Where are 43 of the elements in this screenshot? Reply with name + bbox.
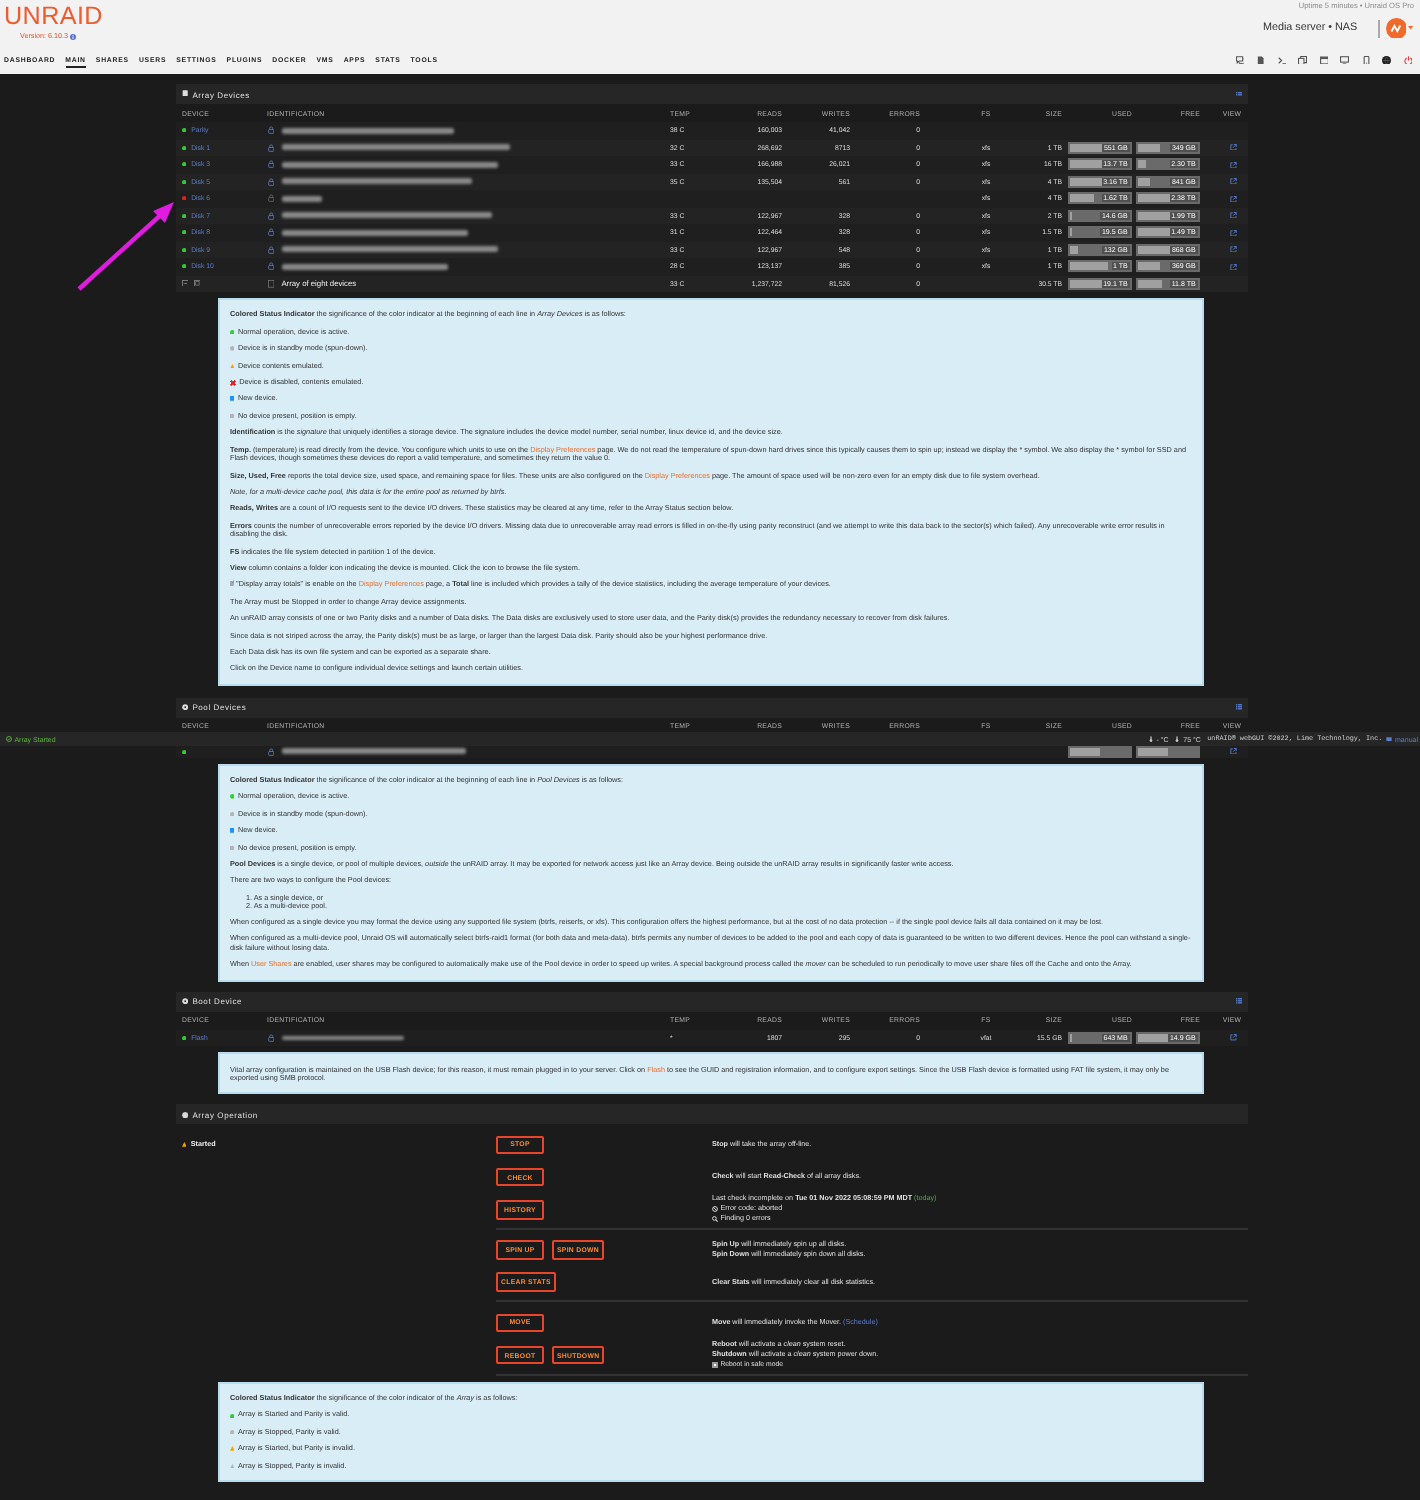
phone-icon[interactable]	[1361, 55, 1370, 65]
external-link-icon[interactable]	[1230, 212, 1238, 219]
monitor-icon[interactable]	[1340, 55, 1349, 65]
external-link-icon[interactable]	[1230, 195, 1238, 202]
disc-icon	[182, 703, 189, 711]
search-icon	[712, 1216, 718, 1223]
logo-text: UNRAID	[4, 6, 103, 28]
window-icon[interactable]	[1319, 55, 1328, 65]
gear-icon	[182, 1111, 189, 1118]
list-icon[interactable]	[1235, 704, 1242, 710]
external-link-icon[interactable]	[1230, 263, 1238, 270]
external-link-icon[interactable]	[1230, 144, 1238, 151]
globe-icon[interactable]	[1382, 55, 1391, 65]
caret-icon[interactable]	[1408, 26, 1414, 31]
external-link-icon[interactable]	[1230, 161, 1238, 168]
outline-box-icon	[267, 279, 274, 288]
check-circle-icon	[6, 736, 12, 742]
list-icon[interactable]	[1235, 998, 1242, 1005]
avatar-icon[interactable]	[1385, 17, 1407, 39]
minus-box-icon[interactable]	[182, 280, 189, 287]
thermometer-icon	[1148, 736, 1155, 742]
ban-icon	[712, 1206, 718, 1213]
blurred-text	[281, 1035, 404, 1041]
document-icon[interactable]	[1256, 55, 1265, 65]
blurred-text	[281, 195, 322, 202]
thermometer-icon	[1174, 736, 1181, 742]
power-icon[interactable]	[1403, 55, 1412, 65]
terminal-icon[interactable]	[1277, 55, 1286, 65]
external-link-icon[interactable]	[1230, 246, 1238, 253]
external-link-icon[interactable]	[1230, 229, 1238, 236]
nested-square-icon[interactable]	[193, 280, 201, 287]
info-icon[interactable]	[69, 33, 76, 39]
chat-icon[interactable]	[1235, 55, 1244, 65]
external-link-icon[interactable]	[1230, 748, 1238, 755]
annotation-arrow	[76, 200, 176, 292]
checkbox[interactable]	[712, 1362, 718, 1369]
disc-icon	[182, 998, 189, 1005]
external-link-icon[interactable]	[1230, 1034, 1238, 1042]
external-link-icon[interactable]	[1230, 178, 1238, 185]
drive-icon	[182, 90, 189, 98]
open-book-icon[interactable]	[1386, 736, 1393, 742]
copy-icon[interactable]	[1298, 55, 1307, 65]
list-icon[interactable]	[1235, 91, 1242, 97]
